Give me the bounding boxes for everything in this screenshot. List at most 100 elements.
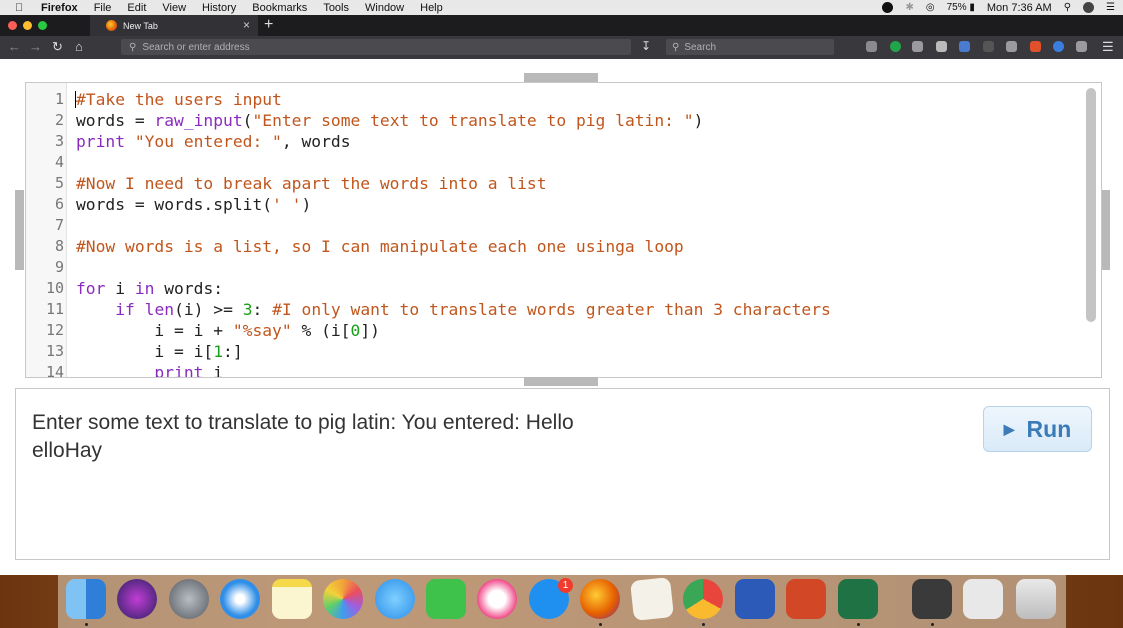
apple-menu-icon[interactable]:  [15, 2, 29, 14]
facetime-icon[interactable] [426, 579, 466, 619]
chrome-icon[interactable] [683, 579, 723, 619]
shield-extension-icon[interactable] [959, 41, 970, 52]
clock[interactable]: Mon 7:36 AM [987, 2, 1052, 14]
downloads-icon[interactable]: ↧ [641, 39, 651, 53]
trash-icon[interactable] [1016, 579, 1056, 619]
editor-resize-handle-top[interactable] [524, 73, 598, 82]
library-icon[interactable] [866, 41, 877, 52]
code-token-plain: words: [154, 279, 224, 298]
left-panel-handle[interactable] [15, 190, 24, 270]
line-number: 10 [45, 279, 64, 297]
code-line[interactable]: i = i[1:] [76, 341, 243, 362]
code-token-keyword: if [115, 300, 135, 319]
code-token-number: 1 [213, 342, 224, 361]
splitter-handle[interactable] [524, 377, 598, 386]
textedit-icon[interactable] [630, 577, 674, 621]
code-line[interactable]: #Take the users input [76, 89, 282, 110]
menu-file[interactable]: File [94, 2, 112, 14]
right-panel-handle[interactable] [1101, 190, 1110, 270]
code-line[interactable]: words = words.split(' ') [76, 194, 311, 215]
menu-view[interactable]: View [162, 2, 186, 14]
spotlight-icon[interactable]: ⚲ [1064, 2, 1071, 13]
running-indicator [599, 623, 602, 626]
notes-icon[interactable] [272, 579, 312, 619]
editor-scrollbar[interactable] [1086, 88, 1096, 322]
code-line[interactable]: #Now I need to break apart the words int… [76, 173, 547, 194]
printer-icon[interactable] [963, 579, 1003, 619]
grammarly-icon[interactable] [890, 41, 901, 52]
close-tab-icon[interactable]: × [243, 18, 250, 32]
code-token-keyword: in [134, 279, 155, 298]
code-editor[interactable]: 1 2 3 4 5 6 7 8 9 10 11 12 13 14 #Take the users inpu… [25, 82, 1102, 378]
reload-icon[interactable]: ↻ [52, 39, 63, 55]
code-token-comment: #Now I need to break apart the words int… [76, 174, 547, 193]
messages-icon[interactable] [375, 579, 415, 619]
user-icon[interactable] [1083, 2, 1095, 13]
menu-bookmarks[interactable]: Bookmarks [252, 2, 307, 14]
run-button[interactable]: ▶ Run [983, 406, 1092, 452]
code-line[interactable]: words = raw_input("Enter some text to tr… [76, 110, 703, 131]
search-bar[interactable]: ⚲ Search [666, 39, 834, 55]
menu-history[interactable]: History [202, 2, 236, 14]
extension-icon[interactable] [1053, 41, 1064, 52]
launchpad-icon[interactable] [169, 579, 209, 619]
code-token-string: "%say" [232, 321, 292, 340]
running-indicator [702, 623, 705, 626]
code-token-keyword: print [154, 363, 204, 378]
text-cursor [75, 91, 76, 108]
address-bar[interactable]: ⚲ Search or enter address [121, 39, 631, 55]
code-line[interactable]: if len(i) >= 3: #I only want to translat… [76, 299, 831, 320]
line-number: 4 [54, 153, 64, 171]
notification-center-icon[interactable]: ☰ [1106, 2, 1115, 13]
menu-icon[interactable]: ☰ [1102, 39, 1114, 55]
line-number: 12 [45, 321, 64, 339]
search-bar-placeholder: Search [684, 41, 717, 53]
safari-icon[interactable] [220, 579, 260, 619]
itunes-icon[interactable] [477, 579, 517, 619]
firefox-icon[interactable] [580, 579, 620, 619]
extension-icon[interactable] [936, 41, 947, 52]
menu-window[interactable]: Window [365, 2, 404, 14]
home-icon[interactable]: ⌂ [75, 39, 83, 54]
code-token-plain: :] [223, 342, 243, 361]
forward-icon[interactable]: → [29, 39, 42, 54]
macos-dock: 1 [0, 575, 1123, 628]
macos-menu-bar:  Firefox File Edit View History Bookmar… [0, 0, 1123, 15]
menu-app-name[interactable]: Firefox [41, 2, 78, 14]
line-number: 11 [45, 300, 64, 318]
code-line[interactable]: i = i + "%say" % (i[0]) [76, 320, 380, 341]
word-icon[interactable] [735, 579, 775, 619]
menu-help[interactable]: Help [420, 2, 443, 14]
siri-icon[interactable] [117, 579, 157, 619]
finder-icon[interactable] [66, 579, 106, 619]
powerpoint-icon[interactable] [786, 579, 826, 619]
code-token-plain: ( [242, 111, 253, 130]
extension-icon[interactable] [1030, 41, 1041, 52]
minimize-window-button[interactable] [23, 21, 32, 30]
tab-new-tab[interactable]: New Tab × [90, 15, 258, 36]
code-line[interactable]: #Now words is a list, so I can manipulat… [76, 236, 684, 257]
creative-cloud-icon[interactable] [882, 2, 894, 13]
new-tab-button[interactable]: + [264, 16, 273, 34]
run-button-label: Run [1026, 415, 1072, 442]
code-line[interactable]: print i [76, 362, 223, 378]
code-line[interactable]: print "You entered: ", words [76, 131, 351, 152]
zoom-window-button[interactable] [38, 21, 47, 30]
menu-edit[interactable]: Edit [127, 2, 146, 14]
photos-icon[interactable] [323, 579, 363, 619]
code-token-keyword: for [76, 279, 106, 298]
code-token-comment: #Now words is a list, so I can manipulat… [76, 237, 684, 256]
close-window-button[interactable] [8, 21, 17, 30]
link-extension-icon[interactable] [912, 41, 923, 52]
bluetooth-icon[interactable]: ✱ [905, 2, 913, 13]
code-line[interactable]: for i in words: [76, 278, 223, 299]
extension-icon[interactable] [983, 41, 994, 52]
menu-tools[interactable]: Tools [323, 2, 349, 14]
cloud-icon[interactable] [1076, 41, 1087, 52]
sidebar-icon[interactable] [1006, 41, 1017, 52]
preview-icon[interactable] [912, 579, 952, 619]
battery-status[interactable]: 75% ▮ [947, 2, 975, 13]
excel-icon[interactable] [838, 579, 878, 619]
back-icon[interactable]: ← [8, 39, 21, 54]
wifi-icon[interactable]: ◎ [926, 2, 935, 13]
